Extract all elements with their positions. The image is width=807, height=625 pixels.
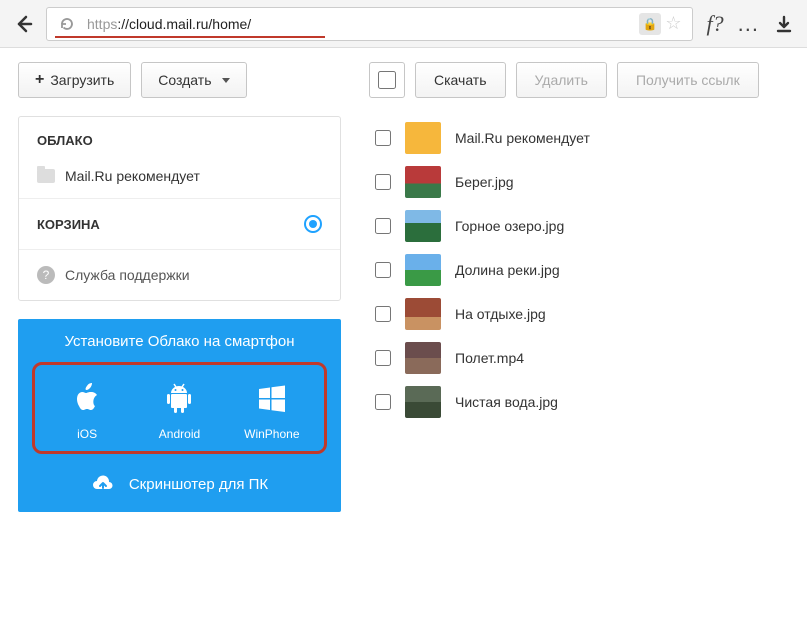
file-checkbox[interactable]	[375, 394, 391, 410]
download-label: Скачать	[434, 72, 487, 88]
file-thumbnail	[405, 342, 441, 374]
url-protocol: https	[87, 16, 117, 32]
windows-icon	[228, 379, 316, 419]
file-row[interactable]: Mail.Ru рекомендует	[369, 116, 807, 160]
support-label: Служба поддержки	[65, 267, 190, 283]
address-bar[interactable]: https://cloud.mail.ru/home/ 🔒 ☆	[46, 7, 693, 41]
apple-icon	[43, 379, 131, 419]
file-row[interactable]: На отдыхе.jpg	[369, 292, 807, 336]
file-row[interactable]: Берег.jpg	[369, 160, 807, 204]
extension-f-icon[interactable]: f?	[707, 11, 724, 37]
app-label: iOS	[43, 427, 131, 441]
file-checkbox[interactable]	[375, 306, 391, 322]
screenshoter-link[interactable]: Скриншотер для ПК	[32, 474, 327, 494]
file-thumbnail	[405, 386, 441, 418]
app-label: WinPhone	[228, 427, 316, 441]
promo-apps-highlight: iOS Android WinPhone	[32, 362, 327, 454]
file-name: Полет.mp4	[455, 350, 524, 366]
file-row[interactable]: Долина реки.jpg	[369, 248, 807, 292]
create-label: Создать	[158, 72, 211, 88]
app-label: Android	[135, 427, 223, 441]
cloud-sync-icon	[91, 474, 115, 494]
file-name: Долина реки.jpg	[455, 262, 560, 278]
app-ios[interactable]: iOS	[43, 379, 131, 441]
upload-button[interactable]: + Загрузить	[18, 62, 131, 98]
file-name: Чистая вода.jpg	[455, 394, 558, 410]
sidebar-panel: ОБЛАКО Mail.Ru рекомендует КОРЗИНА ? Слу…	[18, 116, 341, 301]
delete-button[interactable]: Удалить	[516, 62, 607, 98]
lock-icon[interactable]: 🔒	[639, 13, 661, 35]
file-name: На отдыхе.jpg	[455, 306, 546, 322]
getlink-button[interactable]: Получить ссылк	[617, 62, 759, 98]
file-checkbox[interactable]	[375, 218, 391, 234]
url-text: https://cloud.mail.ru/home/	[87, 16, 251, 32]
file-thumbnail	[405, 210, 441, 242]
file-list: Mail.Ru рекомендует Берег.jpg Горное озеро…	[369, 116, 807, 424]
cloud-section-header: ОБЛАКО	[19, 117, 340, 158]
file-name: Горное озеро.jpg	[455, 218, 564, 234]
trash-indicator-icon	[304, 215, 322, 233]
app-android[interactable]: Android	[135, 379, 223, 441]
file-thumbnail	[405, 122, 441, 154]
url-highlight	[55, 36, 325, 38]
browser-toolbar: https://cloud.mail.ru/home/ 🔒 ☆ f? ...	[0, 0, 807, 48]
getlink-label: Получить ссылк	[636, 72, 740, 88]
file-checkbox[interactable]	[375, 130, 391, 146]
sidebar-item-recommends[interactable]: Mail.Ru рекомендует	[19, 158, 340, 198]
support-link[interactable]: ? Служба поддержки	[19, 249, 340, 300]
file-row[interactable]: Горное озеро.jpg	[369, 204, 807, 248]
file-checkbox[interactable]	[375, 174, 391, 190]
file-name: Берег.jpg	[455, 174, 514, 190]
chevron-down-icon	[222, 78, 230, 83]
android-icon	[135, 379, 223, 419]
bookmark-star-icon[interactable]: ☆	[665, 13, 681, 34]
app-winphone[interactable]: WinPhone	[228, 379, 316, 441]
select-all-checkbox[interactable]	[378, 71, 396, 89]
file-checkbox[interactable]	[375, 262, 391, 278]
trash-label: КОРЗИНА	[37, 217, 100, 232]
trash-section-header[interactable]: КОРЗИНА	[19, 198, 340, 249]
folder-icon	[37, 169, 55, 183]
promo-panel: Установите Облако на смартфон iOS Androi…	[18, 319, 341, 512]
file-row[interactable]: Чистая вода.jpg	[369, 380, 807, 424]
url-path: ://cloud.mail.ru/home/	[117, 16, 251, 32]
file-row[interactable]: Полет.mp4	[369, 336, 807, 380]
reload-icon[interactable]	[53, 10, 81, 38]
sidebar-item-label: Mail.Ru рекомендует	[65, 168, 200, 184]
file-checkbox[interactable]	[375, 350, 391, 366]
downloads-icon[interactable]	[775, 15, 793, 33]
file-thumbnail	[405, 254, 441, 286]
promo-title: Установите Облако на смартфон	[32, 333, 327, 350]
file-thumbnail	[405, 298, 441, 330]
file-name: Mail.Ru рекомендует	[455, 130, 590, 146]
plus-icon: +	[35, 71, 44, 89]
upload-label: Загрузить	[50, 72, 114, 88]
help-icon: ?	[37, 266, 55, 284]
file-thumbnail	[405, 166, 441, 198]
back-button[interactable]	[8, 8, 40, 40]
download-button[interactable]: Скачать	[415, 62, 506, 98]
select-all-box[interactable]	[369, 62, 405, 98]
create-button[interactable]: Создать	[141, 62, 246, 98]
screenshoter-label: Скриншотер для ПК	[129, 476, 268, 493]
delete-label: Удалить	[535, 72, 588, 88]
more-menu-icon[interactable]: ...	[738, 11, 759, 37]
file-toolbar: Скачать Удалить Получить ссылк	[369, 62, 807, 98]
